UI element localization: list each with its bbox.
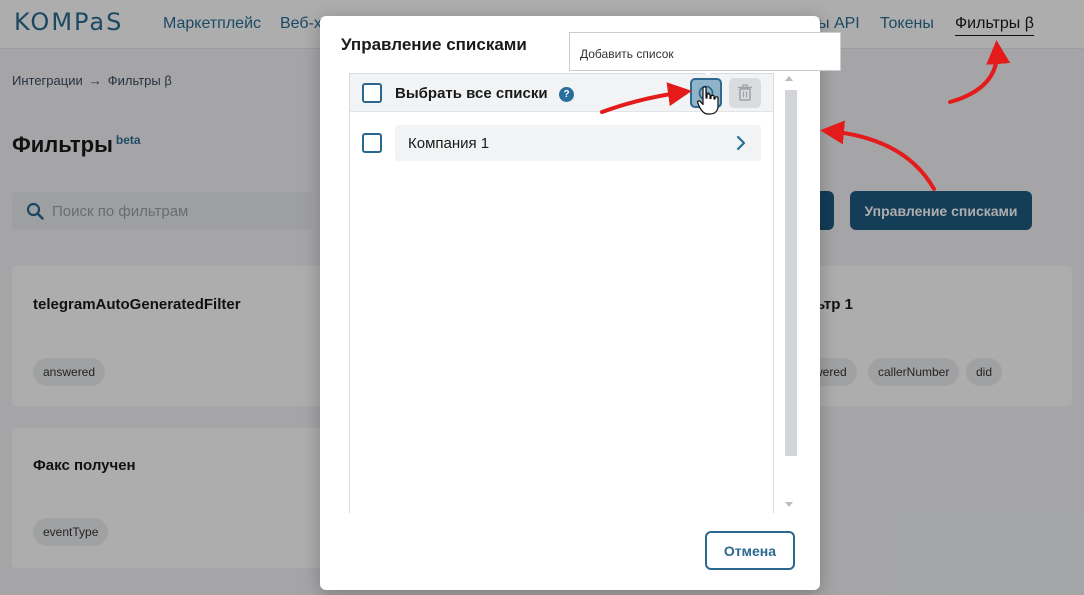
add-list-tooltip: Добавить список (569, 32, 841, 71)
select-all-label: Выбрать все списки (395, 85, 548, 102)
scroll-up-arrow[interactable] (785, 76, 793, 81)
dialog-title: Управление списками (341, 35, 527, 54)
trash-icon (738, 84, 752, 101)
list-item-name: Компания 1 (408, 135, 490, 152)
scroll-thumb[interactable] (785, 90, 797, 456)
help-icon[interactable]: ? (559, 87, 574, 102)
manage-lists-dialog: Управление списками Выбрать все списки ? (320, 16, 820, 590)
cancel-button[interactable]: Отмена (705, 531, 795, 570)
tooltip-pointer (703, 71, 713, 76)
list-item[interactable]: Компания 1 (395, 125, 761, 161)
chevron-right-icon (736, 135, 746, 151)
select-all-checkbox[interactable] (362, 83, 382, 103)
lists-container: Выбрать все списки ? Компания 1 (349, 73, 774, 513)
hand-cursor-icon (697, 86, 719, 115)
scroll-down-arrow[interactable] (785, 502, 793, 507)
list-item-checkbox[interactable] (362, 133, 382, 153)
delete-list-button[interactable] (729, 78, 761, 108)
lists-scrollbar[interactable] (781, 73, 797, 513)
